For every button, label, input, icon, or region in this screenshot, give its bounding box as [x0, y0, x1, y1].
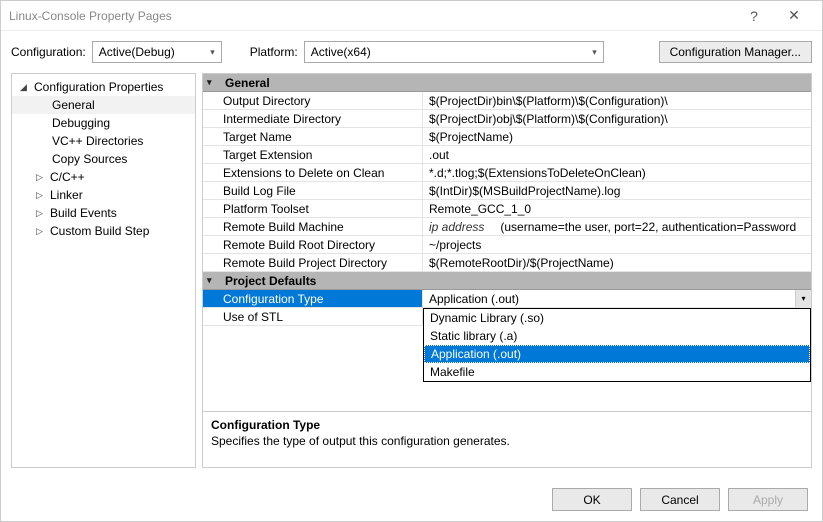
prop-build-log-file[interactable]: Build Log File$(IntDir)$(MSBuildProjectN…: [203, 182, 811, 200]
tree-item-build-events[interactable]: ▷Build Events: [12, 204, 195, 222]
dialog-window: Linux-Console Property Pages ? ✕ Configu…: [0, 0, 823, 522]
ok-button[interactable]: OK: [552, 488, 632, 511]
dialog-buttons: OK Cancel Apply: [1, 478, 822, 521]
prop-extensions-clean[interactable]: Extensions to Delete on Clean*.d;*.tlog;…: [203, 164, 811, 182]
description-panel: Configuration Type Specifies the type of…: [203, 411, 811, 467]
help-button[interactable]: ?: [734, 8, 774, 24]
platform-combo[interactable]: Active(x64) ▾: [304, 41, 604, 63]
expand-icon[interactable]: ▷: [36, 190, 46, 201]
tree-item-ccpp[interactable]: ▷C/C++: [12, 168, 195, 186]
dropdown-option[interactable]: Application (.out): [424, 345, 810, 363]
platform-value: Active(x64): [311, 45, 371, 59]
prop-intermediate-directory[interactable]: Intermediate Directory$(ProjectDir)obj\$…: [203, 110, 811, 128]
close-button[interactable]: ✕: [774, 7, 814, 24]
configuration-combo[interactable]: Active(Debug) ▾: [92, 41, 222, 63]
collapse-icon[interactable]: ◢: [20, 82, 30, 93]
expand-icon[interactable]: ▷: [36, 226, 46, 237]
expand-icon[interactable]: ▷: [36, 208, 46, 219]
description-title: Configuration Type: [211, 418, 803, 432]
section-project-defaults[interactable]: ▾ Project Defaults: [203, 272, 811, 290]
main-area: ◢ Configuration Properties General Debug…: [1, 73, 822, 478]
dropdown-option[interactable]: Makefile: [424, 363, 810, 381]
cancel-button[interactable]: Cancel: [640, 488, 720, 511]
prop-remote-build-machine[interactable]: Remote Build Machineip address(username=…: [203, 218, 811, 236]
prop-configuration-type[interactable]: Configuration Type Application (.out) ▾: [203, 290, 811, 308]
chevron-down-icon: ▾: [210, 47, 215, 58]
tree-item-debugging[interactable]: Debugging: [12, 114, 195, 132]
chevron-down-icon: ▾: [207, 275, 219, 286]
property-grid: ▾ General Output Directory$(ProjectDir)b…: [203, 74, 811, 411]
prop-remote-build-root[interactable]: Remote Build Root Directory~/projects: [203, 236, 811, 254]
tree-item-vcpp-directories[interactable]: VC++ Directories: [12, 132, 195, 150]
prop-output-directory[interactable]: Output Directory$(ProjectDir)bin\$(Platf…: [203, 92, 811, 110]
dropdown-option[interactable]: Dynamic Library (.so): [424, 309, 810, 327]
description-text: Specifies the type of output this config…: [211, 434, 803, 448]
tree-item-copy-sources[interactable]: Copy Sources: [12, 150, 195, 168]
configuration-value: Active(Debug): [99, 45, 175, 59]
chevron-down-icon: ▾: [592, 47, 597, 58]
platform-label: Platform:: [250, 45, 298, 59]
tree-root[interactable]: ◢ Configuration Properties: [12, 78, 195, 96]
apply-button[interactable]: Apply: [728, 488, 808, 511]
prop-target-name[interactable]: Target Name$(ProjectName): [203, 128, 811, 146]
section-general[interactable]: ▾ General: [203, 74, 811, 92]
configuration-manager-button[interactable]: Configuration Manager...: [659, 41, 812, 63]
tree-item-general[interactable]: General: [12, 96, 195, 114]
prop-platform-toolset[interactable]: Platform ToolsetRemote_GCC_1_0: [203, 200, 811, 218]
tree-item-custom-build-step[interactable]: ▷Custom Build Step: [12, 222, 195, 240]
tree-item-linker[interactable]: ▷Linker: [12, 186, 195, 204]
right-panel: ▾ General Output Directory$(ProjectDir)b…: [202, 73, 812, 468]
dropdown-option[interactable]: Static library (.a): [424, 327, 810, 345]
titlebar: Linux-Console Property Pages ? ✕: [1, 1, 822, 31]
chevron-down-icon: ▾: [207, 77, 219, 88]
nav-tree[interactable]: ◢ Configuration Properties General Debug…: [11, 73, 196, 468]
prop-remote-build-project[interactable]: Remote Build Project Directory$(RemoteRo…: [203, 254, 811, 272]
configuration-type-dropdown[interactable]: Dynamic Library (.so) Static library (.a…: [423, 308, 811, 382]
window-title: Linux-Console Property Pages: [9, 9, 734, 23]
configuration-label: Configuration:: [11, 45, 86, 59]
dropdown-button[interactable]: ▾: [795, 290, 811, 307]
expand-icon[interactable]: ▷: [36, 172, 46, 183]
prop-target-extension[interactable]: Target Extension.out: [203, 146, 811, 164]
config-toolbar: Configuration: Active(Debug) ▾ Platform:…: [1, 31, 822, 73]
